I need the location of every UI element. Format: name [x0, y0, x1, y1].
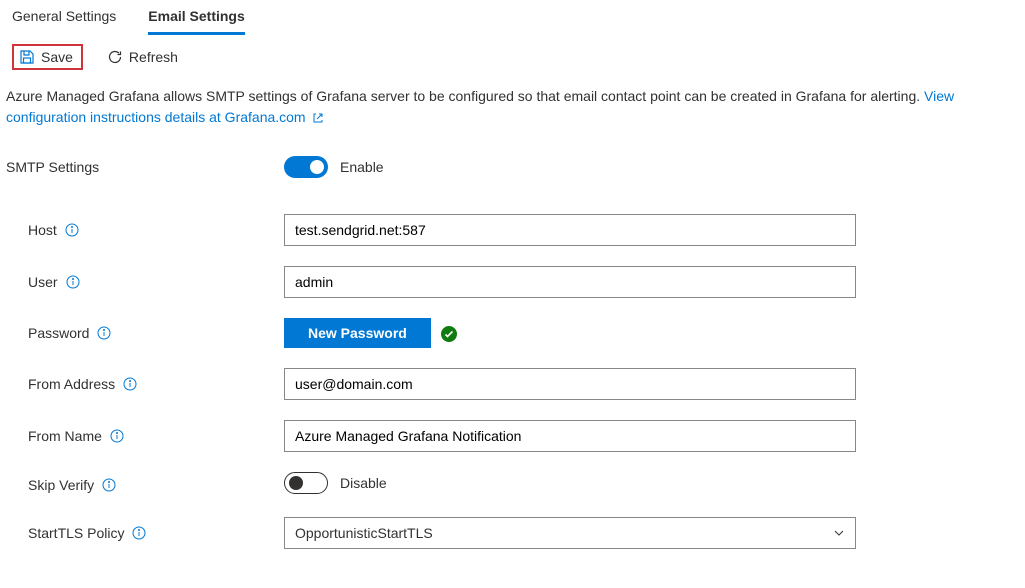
checkmark-success-icon	[441, 326, 457, 342]
refresh-button-label: Refresh	[129, 49, 178, 65]
skip-verify-label: Skip Verify	[28, 477, 94, 493]
smtp-settings-label: SMTP Settings	[6, 159, 284, 175]
tab-email-settings[interactable]: Email Settings	[148, 8, 244, 34]
info-icon[interactable]	[97, 326, 111, 340]
toggle-track	[284, 156, 328, 178]
from-address-input[interactable]	[284, 368, 856, 400]
chevron-down-icon	[833, 527, 845, 539]
info-icon[interactable]	[65, 223, 79, 237]
save-button[interactable]: Save	[12, 44, 83, 70]
info-icon[interactable]	[66, 275, 80, 289]
new-password-button[interactable]: New Password	[284, 318, 431, 348]
save-icon	[19, 49, 35, 65]
info-icon[interactable]	[132, 526, 146, 540]
refresh-icon	[107, 49, 123, 65]
skip-verify-toggle-label: Disable	[340, 475, 387, 491]
smtp-enable-toggle-label: Enable	[340, 159, 384, 175]
starttls-policy-value: OpportunisticStartTLS	[295, 525, 433, 541]
starttls-policy-label: StartTLS Policy	[28, 525, 124, 541]
host-input[interactable]	[284, 214, 856, 246]
description-text: Azure Managed Grafana allows SMTP settin…	[6, 88, 924, 104]
save-button-label: Save	[41, 49, 73, 65]
external-link-icon	[312, 112, 324, 124]
starttls-policy-select[interactable]: OpportunisticStartTLS	[284, 517, 856, 549]
user-label: User	[28, 274, 58, 290]
info-icon[interactable]	[110, 429, 124, 443]
skip-verify-toggle[interactable]: Disable	[284, 472, 387, 494]
info-icon[interactable]	[123, 377, 137, 391]
from-name-input[interactable]	[284, 420, 856, 452]
info-icon[interactable]	[102, 478, 116, 492]
tab-general-settings[interactable]: General Settings	[12, 8, 116, 34]
refresh-button[interactable]: Refresh	[101, 45, 184, 69]
smtp-enable-toggle[interactable]: Enable	[284, 156, 384, 178]
toggle-track	[284, 472, 328, 494]
from-name-label: From Name	[28, 428, 102, 444]
from-address-label: From Address	[28, 376, 115, 392]
password-label: Password	[28, 325, 89, 341]
user-input[interactable]	[284, 266, 856, 298]
host-label: Host	[28, 222, 57, 238]
